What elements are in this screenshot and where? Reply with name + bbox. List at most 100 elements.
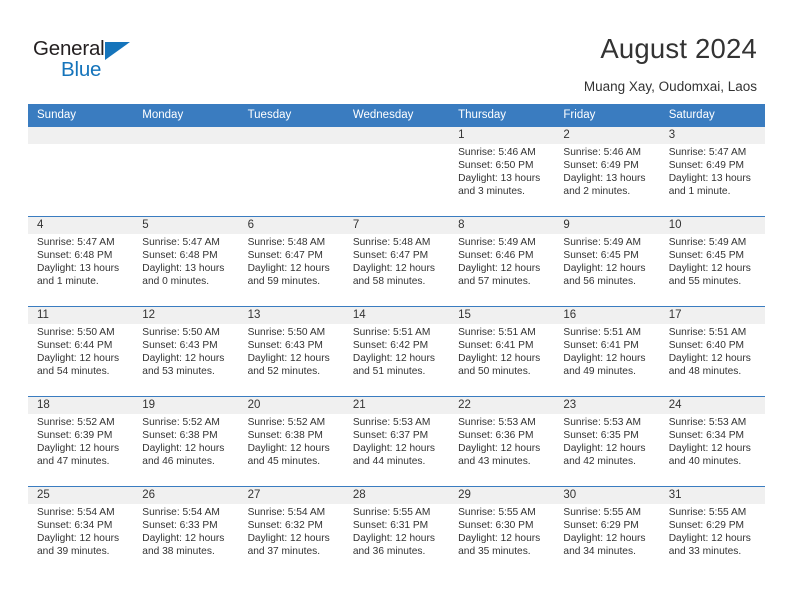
- calendar-week-row: 1 Sunrise: 5:46 AM Sunset: 6:50 PM Daylight…: [28, 126, 765, 217]
- day-cell[interactable]: 13 Sunrise: 5:50 AM Sunset: 6:43 PM Dayligh…: [238, 306, 344, 397]
- day-cell[interactable]: 18 Sunrise: 5:52 AM Sunset: 6:39 PM Dayligh…: [28, 396, 134, 487]
- daylight-text: Daylight: 13 hours and 3 minutes.: [458, 172, 541, 197]
- day-cell[interactable]: 27 Sunrise: 5:54 AM Sunset: 6:32 PM Dayligh…: [238, 486, 344, 576]
- day-cell[interactable]: 11 Sunrise: 5:50 AM Sunset: 6:44 PM Dayligh…: [28, 306, 134, 397]
- day-details: Sunrise: 5:54 AM Sunset: 6:33 PM Daylight:…: [133, 504, 238, 559]
- weekday-header-saturday: Saturday: [659, 104, 765, 127]
- day-cell[interactable]: 2 Sunrise: 5:46 AM Sunset: 6:49 PM Daylight…: [554, 126, 660, 217]
- day-number: 21: [343, 397, 450, 414]
- day-cell[interactable]: 22 Sunrise: 5:53 AM Sunset: 6:36 PM Dayligh…: [449, 396, 555, 487]
- day-details: Sunrise: 5:52 AM Sunset: 6:38 PM Daylight:…: [133, 414, 238, 469]
- calendar-header-row: Sunday Monday Tuesday Wednesday Thursday…: [28, 104, 765, 127]
- daylight-text: Daylight: 12 hours and 43 minutes.: [458, 442, 541, 467]
- day-cell[interactable]: 28 Sunrise: 5:55 AM Sunset: 6:31 PM Dayligh…: [343, 486, 450, 576]
- triangle-logo-icon: [105, 42, 130, 60]
- day-details: Sunrise: 5:54 AM Sunset: 6:32 PM Daylight:…: [239, 504, 344, 559]
- day-number: 25: [28, 487, 134, 504]
- day-number: 29: [449, 487, 555, 504]
- day-cell[interactable]: 5 Sunrise: 5:47 AM Sunset: 6:48 PM Daylight…: [133, 216, 239, 307]
- day-cell[interactable]: [238, 126, 344, 217]
- day-number: 26: [133, 487, 239, 504]
- day-cell[interactable]: [28, 126, 134, 217]
- day-cell[interactable]: 17 Sunrise: 5:51 AM Sunset: 6:40 PM Dayligh…: [659, 306, 765, 397]
- weekday-header-tuesday: Tuesday: [238, 104, 344, 127]
- day-cell[interactable]: 24 Sunrise: 5:53 AM Sunset: 6:34 PM Dayligh…: [659, 396, 765, 487]
- sunrise-text: Sunrise: 5:55 AM: [563, 507, 641, 518]
- day-number: 15: [449, 307, 555, 324]
- daylight-text: Daylight: 12 hours and 35 minutes.: [458, 532, 541, 557]
- sunset-text: Sunset: 6:36 PM: [458, 429, 534, 441]
- generalblue-logo[interactable]: General Blue: [33, 38, 163, 84]
- day-cell[interactable]: [343, 126, 450, 217]
- logo-text-general: General: [33, 37, 105, 60]
- sunset-text: Sunset: 6:38 PM: [247, 429, 323, 441]
- sunrise-text: Sunrise: 5:49 AM: [458, 237, 536, 248]
- day-details: [133, 144, 238, 147]
- day-cell[interactable]: 10 Sunrise: 5:49 AM Sunset: 6:45 PM Dayligh…: [659, 216, 765, 307]
- sunrise-text: Sunrise: 5:47 AM: [142, 237, 220, 248]
- day-cell[interactable]: 15 Sunrise: 5:51 AM Sunset: 6:41 PM Dayligh…: [449, 306, 555, 397]
- day-cell[interactable]: 8 Sunrise: 5:49 AM Sunset: 6:46 PM Daylight…: [449, 216, 555, 307]
- sunrise-text: Sunrise: 5:50 AM: [37, 327, 115, 338]
- day-cell[interactable]: 19 Sunrise: 5:52 AM Sunset: 6:38 PM Dayligh…: [133, 396, 239, 487]
- calendar-page: General Blue August 2024 Muang Xay, Oudo…: [0, 0, 792, 612]
- sunrise-text: Sunrise: 5:49 AM: [668, 237, 747, 248]
- day-number: 3: [659, 127, 765, 144]
- day-cell[interactable]: 1 Sunrise: 5:46 AM Sunset: 6:50 PM Daylight…: [449, 126, 555, 217]
- sunrise-text: Sunrise: 5:50 AM: [247, 327, 326, 338]
- daylight-text: Daylight: 12 hours and 38 minutes.: [142, 532, 225, 557]
- sunset-text: Sunset: 6:40 PM: [668, 339, 745, 351]
- sunset-text: Sunset: 6:47 PM: [352, 249, 429, 261]
- sunrise-text: Sunrise: 5:46 AM: [458, 147, 536, 158]
- daylight-text: Daylight: 12 hours and 58 minutes.: [352, 262, 435, 287]
- weekday-header-wednesday: Wednesday: [343, 104, 450, 127]
- day-cell[interactable]: 16 Sunrise: 5:51 AM Sunset: 6:41 PM Dayligh…: [554, 306, 660, 397]
- day-cell[interactable]: 20 Sunrise: 5:52 AM Sunset: 6:38 PM Dayligh…: [238, 396, 344, 487]
- daylight-text: Daylight: 13 hours and 2 minutes.: [563, 172, 646, 197]
- day-cell[interactable]: 30 Sunrise: 5:55 AM Sunset: 6:29 PM Dayligh…: [554, 486, 660, 576]
- day-details: Sunrise: 5:55 AM Sunset: 6:29 PM Daylight:…: [660, 504, 765, 559]
- sunrise-text: Sunrise: 5:51 AM: [563, 327, 641, 338]
- day-cell[interactable]: 26 Sunrise: 5:54 AM Sunset: 6:33 PM Dayligh…: [133, 486, 239, 576]
- day-details: Sunrise: 5:49 AM Sunset: 6:45 PM Daylight:…: [660, 234, 765, 289]
- day-details: Sunrise: 5:52 AM Sunset: 6:39 PM Daylight:…: [28, 414, 133, 469]
- day-cell[interactable]: 9 Sunrise: 5:49 AM Sunset: 6:45 PM Daylight…: [554, 216, 660, 307]
- day-cell[interactable]: 29 Sunrise: 5:55 AM Sunset: 6:30 PM Dayligh…: [449, 486, 555, 576]
- calendar-body: 1 Sunrise: 5:46 AM Sunset: 6:50 PM Daylight…: [28, 126, 765, 576]
- day-number: 30: [554, 487, 660, 504]
- day-details: Sunrise: 5:51 AM Sunset: 6:41 PM Daylight:…: [449, 324, 554, 379]
- sunset-text: Sunset: 6:29 PM: [668, 519, 745, 531]
- day-cell[interactable]: 7 Sunrise: 5:48 AM Sunset: 6:47 PM Daylight…: [343, 216, 450, 307]
- daylight-text: Daylight: 12 hours and 46 minutes.: [142, 442, 225, 467]
- weekday-header-thursday: Thursday: [449, 104, 555, 127]
- day-details: [344, 144, 449, 147]
- day-cell[interactable]: 23 Sunrise: 5:53 AM Sunset: 6:35 PM Dayligh…: [554, 396, 660, 487]
- day-cell[interactable]: [133, 126, 239, 217]
- sunrise-text: Sunrise: 5:53 AM: [668, 417, 747, 428]
- sunset-text: Sunset: 6:33 PM: [142, 519, 218, 531]
- calendar-week-row: 18 Sunrise: 5:52 AM Sunset: 6:39 PM Dayligh…: [28, 396, 765, 487]
- day-cell[interactable]: 14 Sunrise: 5:51 AM Sunset: 6:42 PM Dayligh…: [343, 306, 450, 397]
- day-cell[interactable]: 3 Sunrise: 5:47 AM Sunset: 6:49 PM Daylight…: [659, 126, 765, 217]
- sunrise-text: Sunrise: 5:55 AM: [668, 507, 747, 518]
- day-cell[interactable]: 31 Sunrise: 5:55 AM Sunset: 6:29 PM Dayligh…: [659, 486, 765, 576]
- day-cell[interactable]: 4 Sunrise: 5:47 AM Sunset: 6:48 PM Daylight…: [28, 216, 134, 307]
- day-cell[interactable]: 12 Sunrise: 5:50 AM Sunset: 6:43 PM Dayligh…: [133, 306, 239, 397]
- day-number: 1: [449, 127, 555, 144]
- logo-text-blue: Blue: [61, 58, 102, 81]
- day-number: 5: [133, 217, 239, 234]
- day-cell[interactable]: 6 Sunrise: 5:48 AM Sunset: 6:47 PM Daylight…: [238, 216, 344, 307]
- day-number: 19: [133, 397, 239, 414]
- day-cell[interactable]: 25 Sunrise: 5:54 AM Sunset: 6:34 PM Dayligh…: [28, 486, 134, 576]
- day-details: Sunrise: 5:46 AM Sunset: 6:50 PM Daylight:…: [449, 144, 554, 199]
- day-number: 23: [554, 397, 660, 414]
- page-subtitle-location: Muang Xay, Oudomxai, Laos: [583, 79, 757, 94]
- weekday-header-monday: Monday: [133, 104, 239, 127]
- day-details: Sunrise: 5:53 AM Sunset: 6:36 PM Daylight:…: [449, 414, 554, 469]
- sunrise-text: Sunrise: 5:54 AM: [37, 507, 115, 518]
- day-details: Sunrise: 5:50 AM Sunset: 6:44 PM Daylight:…: [28, 324, 133, 379]
- day-cell[interactable]: 21 Sunrise: 5:53 AM Sunset: 6:37 PM Dayligh…: [343, 396, 450, 487]
- daylight-text: Daylight: 12 hours and 42 minutes.: [563, 442, 646, 467]
- daylight-text: Daylight: 12 hours and 54 minutes.: [37, 352, 120, 377]
- daylight-text: Daylight: 13 hours and 0 minutes.: [142, 262, 225, 287]
